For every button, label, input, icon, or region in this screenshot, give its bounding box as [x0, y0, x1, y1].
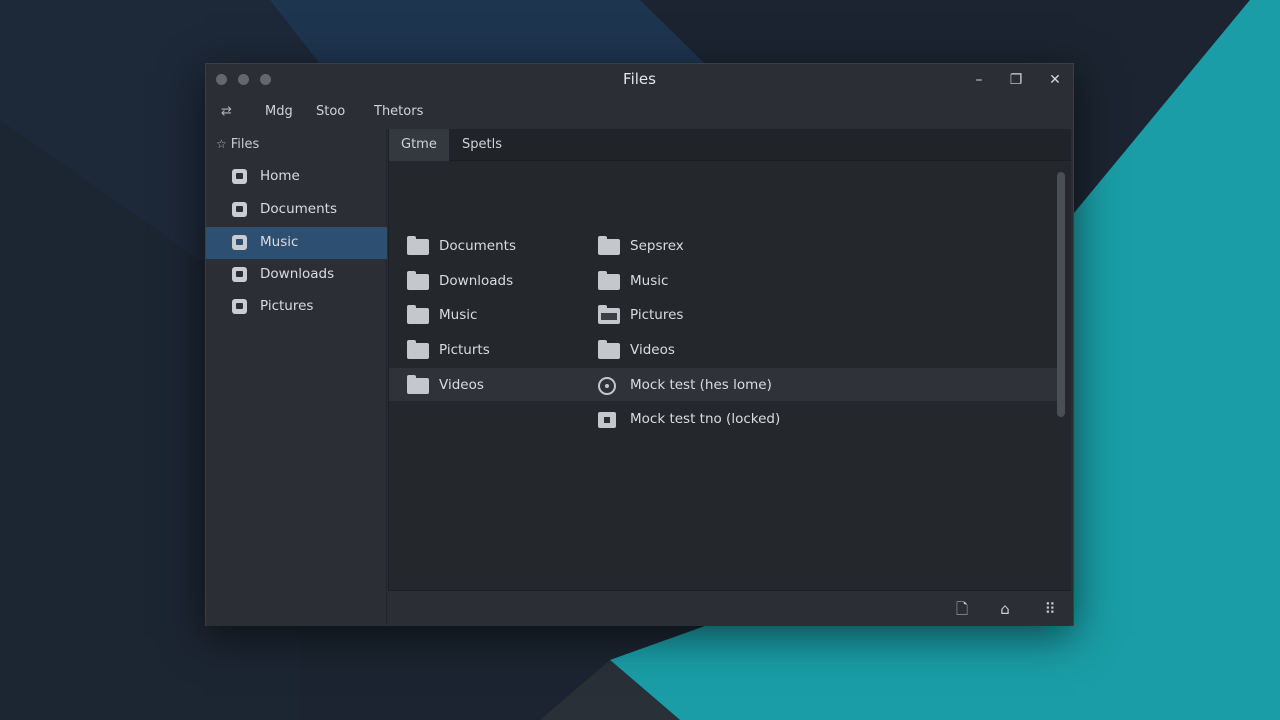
- file-label: Mock test tno (locked): [630, 411, 781, 427]
- sidebar-item-label: Documents: [260, 201, 337, 217]
- menu-item-3[interactable]: Thetors: [374, 104, 423, 119]
- back-icon[interactable]: ⇄: [221, 104, 232, 119]
- folder-icon: [407, 375, 429, 394]
- file-item-pictures-2[interactable]: Pictures: [598, 300, 858, 330]
- folder-icon: [407, 271, 429, 290]
- file-item-music[interactable]: Music: [407, 300, 587, 330]
- tab-gtme[interactable]: Gtme: [389, 129, 449, 161]
- file-label: Music: [630, 273, 669, 289]
- folder-icon: [598, 236, 620, 255]
- scrollbar-thumb[interactable]: [1057, 172, 1065, 417]
- file-icon: [232, 235, 247, 250]
- file-item-music-2[interactable]: Music: [598, 266, 858, 296]
- title-bar[interactable]: Files – ❐ ✕: [206, 64, 1073, 95]
- trash-button[interactable]: ⌂: [995, 599, 1015, 619]
- file-item-videos-2[interactable]: Videos: [598, 335, 858, 365]
- file-label: Downloads: [439, 273, 514, 289]
- menu-item-2[interactable]: Stoo: [316, 104, 345, 119]
- scrollbar[interactable]: [1057, 172, 1065, 586]
- close-button[interactable]: ✕: [1044, 69, 1066, 91]
- tab-spetls[interactable]: Spetls: [450, 129, 514, 161]
- sidebar-header: ☆ Files: [216, 137, 259, 152]
- sidebar-item-label: Downloads: [260, 266, 335, 282]
- file-browser-pane: Gtme Spetls Documents Downloads Music Pi…: [388, 129, 1071, 590]
- file-label: Videos: [630, 342, 675, 358]
- sidebar-item-pictures[interactable]: Pictures: [206, 291, 387, 323]
- file-label: Mock test (hes lome): [630, 377, 772, 393]
- file-item-videos[interactable]: Videos: [407, 370, 587, 400]
- file-item-mock-test-locked[interactable]: Mock test tno (locked): [598, 404, 858, 434]
- sidebar-item-home[interactable]: Home: [206, 161, 387, 193]
- minimize-button[interactable]: –: [968, 69, 990, 91]
- file-label: Sepsrex: [630, 238, 684, 254]
- sidebar-item-label: Home: [260, 168, 300, 184]
- menu-bar: ⇄ Mdg Stoo Thetors: [206, 95, 1073, 129]
- file-label: Videos: [439, 377, 484, 393]
- file-item-mock-test[interactable]: Mock test (hes lome): [598, 370, 858, 400]
- file-item-documents[interactable]: Documents: [407, 231, 587, 261]
- sidebar-item-label: Music: [260, 234, 299, 250]
- file-icon: [232, 267, 247, 282]
- window-title: Files: [623, 70, 656, 88]
- disc-icon: [598, 377, 616, 395]
- tab-bar: Gtme Spetls: [389, 129, 1071, 161]
- file-icon: [232, 299, 247, 314]
- maximize-button[interactable]: ❐: [1005, 69, 1027, 91]
- home-icon: [232, 202, 247, 217]
- file-label: Picturts: [439, 342, 490, 358]
- file-label: Documents: [439, 238, 516, 254]
- menu-item-1[interactable]: Mdg: [265, 104, 293, 119]
- status-bar: 🗋 ⌂ ⠿: [388, 590, 1071, 626]
- file-item-downloads[interactable]: Downloads: [407, 266, 587, 296]
- folder-icon: [407, 340, 429, 359]
- file-label: Pictures: [630, 307, 684, 323]
- sidebar-item-label: Pictures: [260, 298, 314, 314]
- new-file-button[interactable]: 🗋: [952, 599, 972, 619]
- file-item-pictures[interactable]: Picturts: [407, 335, 587, 365]
- sidebar-header-label: Files: [230, 137, 260, 152]
- file-item-sepsrex[interactable]: Sepsrex: [598, 231, 858, 261]
- folder-icon: [407, 236, 429, 255]
- lock-file-icon: [598, 412, 616, 428]
- sidebar: ☆ Files Home Documents Music Downloads Pi…: [206, 129, 387, 626]
- folder-dark-icon: [598, 305, 620, 324]
- files-window: Files – ❐ ✕ ⇄ Mdg Stoo Thetors ☆ Files Ho…: [205, 63, 1074, 626]
- grid-view-button[interactable]: ⠿: [1040, 599, 1060, 619]
- star-icon: ☆: [216, 137, 227, 151]
- sidebar-item-downloads[interactable]: Downloads: [206, 259, 387, 291]
- folder-icon: [407, 305, 429, 324]
- chat-bubble-icon: [232, 169, 247, 184]
- folder-icon: [598, 340, 620, 359]
- sidebar-item-music[interactable]: Music: [206, 227, 387, 259]
- sidebar-item-documents[interactable]: Documents: [206, 194, 387, 226]
- file-label: Music: [439, 307, 478, 323]
- folder-icon: [598, 271, 620, 290]
